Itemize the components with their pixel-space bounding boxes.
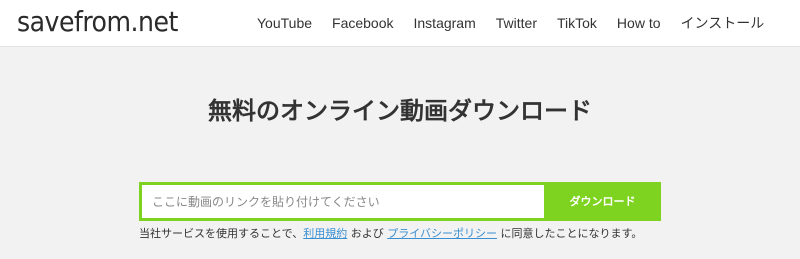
nav-item-how-to[interactable]: How to [607, 13, 671, 33]
page-title: 無料のオンライン動画ダウンロード [208, 97, 592, 125]
nav-item-install[interactable]: インストール [671, 13, 775, 33]
site-header: savefrom.net YouTube Facebook Instagram … [0, 0, 800, 46]
download-form: ダウンロード [139, 182, 661, 221]
privacy-policy-link[interactable]: プライバシーポリシー [387, 227, 497, 240]
terms-of-use-link[interactable]: 利用規約 [303, 227, 347, 240]
header-divider [0, 46, 800, 47]
top-nav: YouTube Facebook Instagram Twitter TikTo… [247, 13, 774, 33]
site-logo[interactable]: savefrom.net [17, 5, 178, 39]
url-input[interactable] [142, 185, 544, 218]
terms-notice: 当社サービスを使用することで、利用規約 および プライバシーポリシー に同意した… [139, 226, 699, 242]
nav-item-instagram[interactable]: Instagram [404, 13, 486, 33]
download-button[interactable]: ダウンロード [544, 182, 661, 221]
nav-item-tiktok[interactable]: TikTok [547, 13, 607, 33]
nav-item-twitter[interactable]: Twitter [486, 13, 547, 33]
terms-prefix: 当社サービスを使用することで、 [139, 227, 304, 240]
nav-item-facebook[interactable]: Facebook [322, 13, 403, 33]
terms-middle: および [347, 227, 388, 240]
nav-item-youtube[interactable]: YouTube [247, 13, 322, 33]
terms-suffix: に同意したことになります。 [497, 227, 643, 240]
